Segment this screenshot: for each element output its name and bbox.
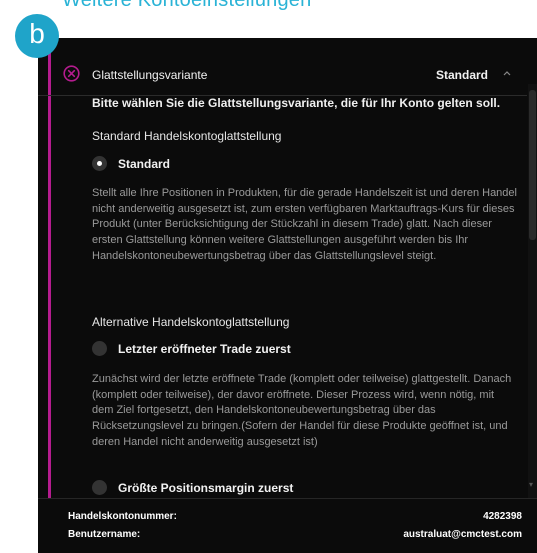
prompt-text: Bitte wählen Sie die Glattstellungsvaria… — [92, 96, 501, 110]
accent-bar — [48, 51, 51, 504]
header-value: Standard — [436, 68, 489, 82]
scroll-down-icon[interactable]: ▾ — [529, 480, 537, 489]
option-largest-margin-label: Größte Positionsmargin zuerst — [118, 481, 294, 495]
step-badge: b — [15, 14, 59, 58]
account-number-value: 4282398 — [483, 511, 522, 522]
option-standard-description: Stellt alle Ihre Positionen in Produkten… — [92, 187, 517, 262]
radio-largest-margin[interactable] — [92, 480, 107, 495]
account-footer: Handelskontonummer: 4282398 Benutzername… — [38, 498, 537, 553]
option-standard-label: Standard — [118, 157, 171, 171]
section-alternative-heading: Alternative Handelskontoglattstellung — [92, 315, 290, 329]
radio-standard[interactable] — [92, 156, 107, 171]
chevron-up-icon[interactable] — [502, 69, 512, 77]
username-value: australuat@cmctest.com — [403, 529, 522, 540]
scroll-thumb[interactable] — [529, 90, 536, 240]
scrollbar[interactable] — [528, 84, 537, 536]
section-standard-heading: Standard Handelskontoglattstellung — [92, 129, 282, 143]
option-last-trade-label: Letzter eröffneter Trade zuerst — [118, 342, 291, 356]
option-last-trade-description: Zunächst wird der letzte eröffnete Trade… — [92, 373, 512, 448]
close-circle-icon[interactable] — [63, 65, 80, 82]
radio-last-trade[interactable] — [92, 341, 107, 356]
accordion-header[interactable]: Glattstellungsvariante Standard — [38, 50, 527, 96]
page-title: Weitere Kontoeinstellungen — [62, 0, 312, 11]
header-label: Glattstellungsvariante — [92, 68, 208, 82]
username-label: Benutzername: — [68, 529, 141, 540]
settings-panel: Glattstellungsvariante Standard Bitte wä… — [38, 38, 537, 553]
account-number-label: Handelskontonummer: — [68, 511, 177, 522]
